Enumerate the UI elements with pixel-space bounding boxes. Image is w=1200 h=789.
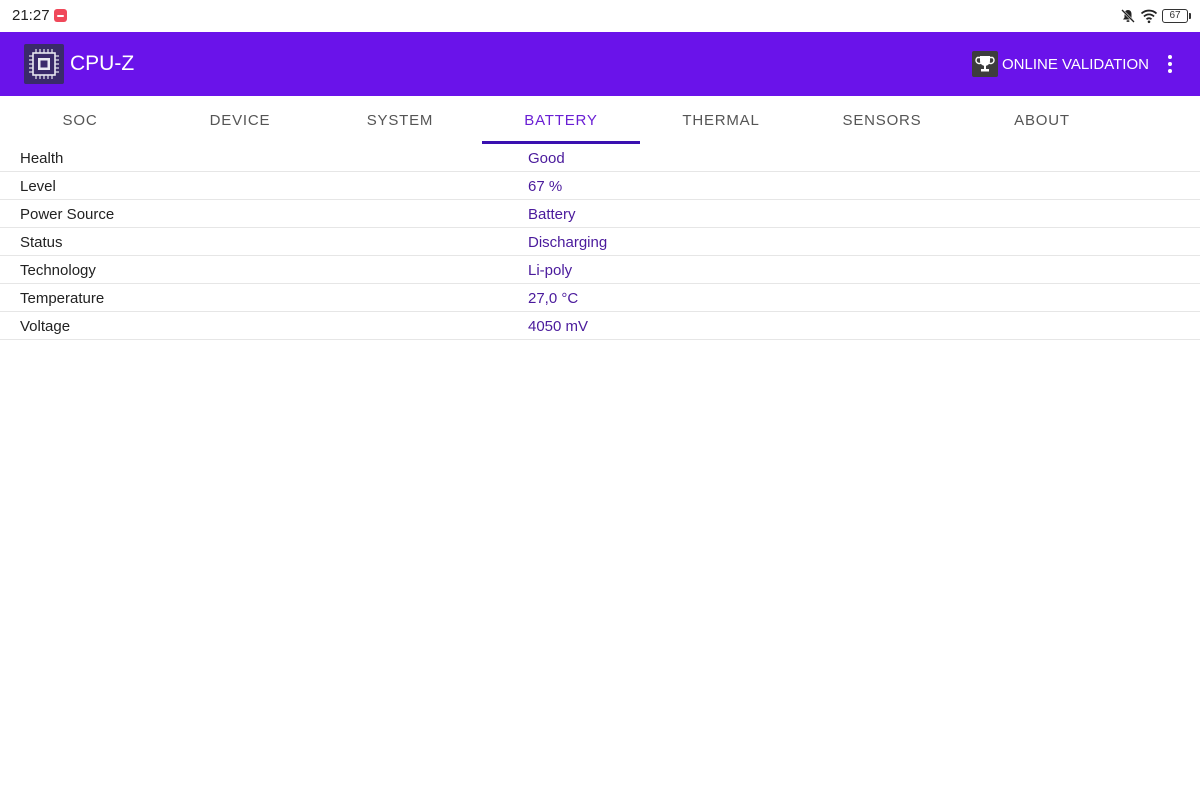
row-label: Temperature bbox=[20, 290, 105, 307]
tab-thermal[interactable]: THERMAL bbox=[641, 96, 801, 144]
list-item: Technology Li-poly bbox=[0, 256, 1200, 284]
list-item: Temperature 27,0 °C bbox=[0, 284, 1200, 312]
row-label: Voltage bbox=[20, 318, 71, 335]
row-value: Li-poly bbox=[528, 262, 573, 279]
tab-soc[interactable]: SOC bbox=[0, 96, 160, 144]
row-value: 67 % bbox=[528, 178, 563, 195]
cpu-chip-icon bbox=[24, 44, 64, 84]
row-value: Discharging bbox=[528, 234, 608, 251]
tab-sensors[interactable]: SENSORS bbox=[802, 96, 962, 144]
tab-bar: SOC DEVICE SYSTEM BATTERY THERMAL SENSOR… bbox=[0, 96, 1200, 144]
tab-about[interactable]: ABOUT bbox=[962, 96, 1122, 144]
status-icons: 67 bbox=[1120, 7, 1191, 25]
menu-dot bbox=[1168, 62, 1172, 66]
wifi-icon bbox=[1140, 8, 1158, 24]
screen-record-icon bbox=[54, 9, 67, 22]
row-label: Status bbox=[20, 234, 63, 251]
row-value: 4050 mV bbox=[528, 318, 589, 335]
menu-dot bbox=[1168, 69, 1172, 73]
tab-system[interactable]: SYSTEM bbox=[320, 96, 480, 144]
tab-battery[interactable]: BATTERY bbox=[481, 96, 641, 144]
row-label: Health bbox=[20, 150, 64, 167]
menu-dot bbox=[1168, 55, 1172, 59]
tab-device[interactable]: DEVICE bbox=[160, 96, 320, 144]
row-value: Good bbox=[528, 150, 565, 167]
status-bar: 21:27 67 bbox=[0, 0, 1200, 32]
row-label: Level bbox=[20, 178, 56, 195]
list-item: Power Source Battery bbox=[0, 200, 1200, 228]
more-vertical-icon[interactable] bbox=[1160, 52, 1180, 76]
app-title: CPU-Z bbox=[70, 52, 135, 75]
trophy-icon bbox=[972, 51, 998, 77]
online-validation-label: ONLINE VALIDATION bbox=[1002, 55, 1149, 73]
list-item: Health Good bbox=[0, 144, 1200, 172]
row-label: Power Source bbox=[20, 206, 115, 223]
list-item: Voltage 4050 mV bbox=[0, 312, 1200, 340]
list-item: Status Discharging bbox=[0, 228, 1200, 256]
battery-info-list: Health Good Level 67 % Power Source Batt… bbox=[0, 144, 1200, 340]
row-value: 27,0 °C bbox=[528, 290, 579, 307]
row-value: Battery bbox=[528, 206, 576, 223]
battery-icon: 67 bbox=[1162, 9, 1191, 23]
list-item: Level 67 % bbox=[0, 172, 1200, 200]
row-label: Technology bbox=[20, 262, 96, 279]
status-time: 21:27 bbox=[12, 7, 50, 24]
bell-off-icon bbox=[1120, 8, 1136, 24]
online-validation-button[interactable]: ONLINE VALIDATION bbox=[972, 51, 1149, 77]
